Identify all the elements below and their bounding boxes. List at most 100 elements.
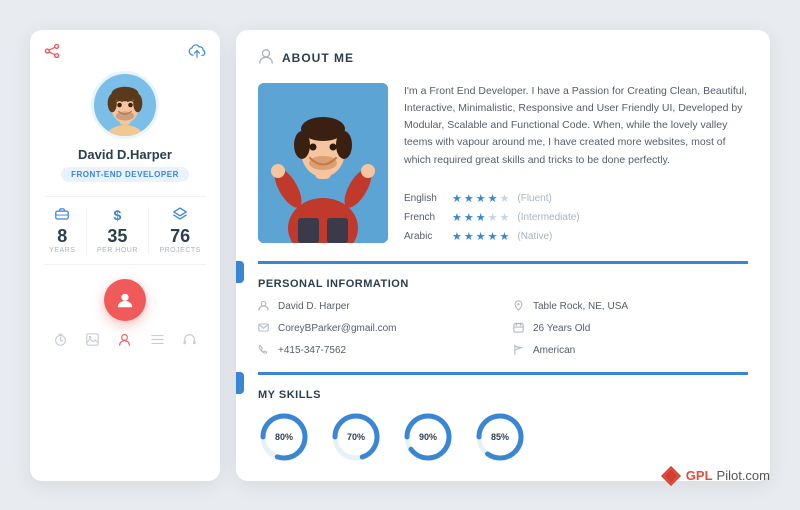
skill-item-2: 70%	[330, 411, 382, 463]
stat-projects-label: Projects	[159, 247, 200, 254]
nav-user-icon[interactable]	[118, 333, 131, 349]
watermark-subtext: Pilot.com	[717, 468, 770, 483]
skills-row: 80% 70%	[258, 411, 748, 463]
about-section-header: ABOUT ME	[258, 48, 748, 69]
contact-fab[interactable]	[104, 279, 146, 321]
language-english: English ★ ★ ★ ★ ★ (Fluent)	[404, 192, 748, 205]
personal-age: 26 Years Old	[533, 323, 590, 334]
stat-divider-1	[86, 207, 87, 254]
star-3: ★	[476, 192, 486, 205]
language-french: French ★ ★ ★ ★ ★ (Intermediate)	[404, 211, 748, 224]
personal-location-item: Table Rock, NE, USA	[513, 300, 748, 314]
personal-nationality-item: American	[513, 344, 748, 358]
personal-email-item: CoreyBParker@gmail.com	[258, 322, 493, 336]
about-text-area: I'm a Front End Developer. I have a Pass…	[404, 83, 748, 243]
star-a4: ★	[488, 230, 498, 243]
personal-name: David D. Harper	[278, 301, 350, 312]
star-2: ★	[464, 192, 474, 205]
about-photo	[258, 83, 388, 243]
profile-card: David D.Harper Front-End Developer 8 Yea…	[30, 30, 220, 481]
star-f4: ★	[488, 211, 498, 224]
star-a3: ★	[476, 230, 486, 243]
skill-item-3: 90%	[402, 411, 454, 463]
star-f2: ★	[464, 211, 474, 224]
star-f1: ★	[452, 211, 462, 224]
nav-headphones-icon[interactable]	[183, 333, 196, 349]
cloud-upload-icon[interactable]	[188, 44, 206, 61]
star-a5: ★	[500, 230, 510, 243]
skill-pct-3: 90%	[419, 432, 437, 442]
stat-years-label: Years	[49, 247, 75, 254]
star-5: ★	[500, 192, 510, 205]
stat-rate: $ 35 Per Hour	[97, 207, 138, 254]
layers-icon	[173, 207, 187, 223]
lang-english-level: (Fluent)	[517, 193, 551, 204]
lang-arabic-stars: ★ ★ ★ ★ ★	[452, 230, 509, 243]
card-top-icons	[44, 44, 206, 61]
user-section-icon	[258, 48, 274, 69]
location-icon	[513, 300, 527, 314]
languages: English ★ ★ ★ ★ ★ (Fluent) French	[404, 186, 748, 243]
lang-english-name: English	[404, 193, 452, 204]
skill-item-1: 80%	[258, 411, 310, 463]
stats-row: 8 Years $ 35 Per Hour 76 Projects	[44, 196, 206, 265]
share-icon[interactable]	[44, 44, 60, 61]
personal-location: Table Rock, NE, USA	[533, 301, 628, 312]
nav-gallery-icon[interactable]	[86, 333, 99, 349]
skill-circle-2: 70%	[330, 411, 382, 463]
personal-section: PERSONAL INFORMATION David D. Harper Tab…	[258, 261, 748, 358]
lang-french-stars: ★ ★ ★ ★ ★	[452, 211, 509, 224]
star-f5: ★	[500, 211, 510, 224]
star-a1: ★	[452, 230, 462, 243]
profile-name: David D.Harper	[78, 147, 172, 162]
stat-rate-value: 35	[107, 227, 127, 245]
star-f3: ★	[476, 211, 486, 224]
lang-french-name: French	[404, 212, 452, 223]
skill-circle-1: 80%	[258, 411, 310, 463]
stat-years-value: 8	[57, 227, 67, 245]
stat-years: 8 Years	[49, 207, 75, 254]
email-icon	[258, 323, 272, 335]
star-4: ★	[488, 192, 498, 205]
skill-item-4: 85%	[474, 411, 526, 463]
skill-circle-3: 90%	[402, 411, 454, 463]
personal-age-item: 26 Years Old	[513, 322, 748, 336]
star-a2: ★	[464, 230, 474, 243]
person-icon	[258, 300, 272, 314]
nav-menu-icon[interactable]	[151, 333, 164, 348]
flag-icon	[513, 344, 527, 358]
skill-pct-1: 80%	[275, 432, 293, 442]
resume-card: ABOUT ME	[236, 30, 770, 481]
stat-projects: 76 Projects	[159, 207, 200, 254]
star-1: ★	[452, 192, 462, 205]
gpl-diamond-icon	[660, 465, 682, 487]
lang-arabic-level: (Native)	[517, 231, 552, 242]
stat-projects-value: 76	[170, 227, 190, 245]
bottom-nav	[44, 333, 206, 349]
personal-section-title: PERSONAL INFORMATION	[258, 278, 748, 290]
personal-phone-item: +415-347-7562	[258, 344, 493, 358]
skill-pct-4: 85%	[491, 432, 509, 442]
skill-circle-4: 85%	[474, 411, 526, 463]
stat-rate-label: Per Hour	[97, 247, 138, 254]
skill-pct-2: 70%	[347, 432, 365, 442]
nav-timer-icon[interactable]	[54, 333, 67, 349]
dollar-icon: $	[114, 207, 122, 223]
lang-french-level: (Intermediate)	[517, 212, 579, 223]
skills-section-title: MY SKILLS	[258, 389, 748, 401]
phone-icon	[258, 344, 272, 358]
about-description: I'm a Front End Developer. I have a Pass…	[404, 83, 748, 186]
about-title: ABOUT ME	[282, 51, 354, 65]
about-content: I'm a Front End Developer. I have a Pass…	[258, 83, 748, 243]
personal-nationality: American	[533, 345, 575, 356]
skills-section: MY SKILLS 80%	[258, 372, 748, 463]
profile-title: Front-End Developer	[61, 167, 189, 182]
personal-phone: +415-347-7562	[278, 345, 346, 356]
lang-english-stars: ★ ★ ★ ★ ★	[452, 192, 509, 205]
stat-divider-2	[148, 207, 149, 254]
watermark: GPLPilot.com	[660, 465, 770, 487]
personal-grid: David D. Harper Table Rock, NE, USA Core…	[258, 300, 748, 358]
language-arabic: Arabic ★ ★ ★ ★ ★ (Native)	[404, 230, 748, 243]
briefcase-icon	[55, 207, 69, 223]
age-icon	[513, 322, 527, 336]
